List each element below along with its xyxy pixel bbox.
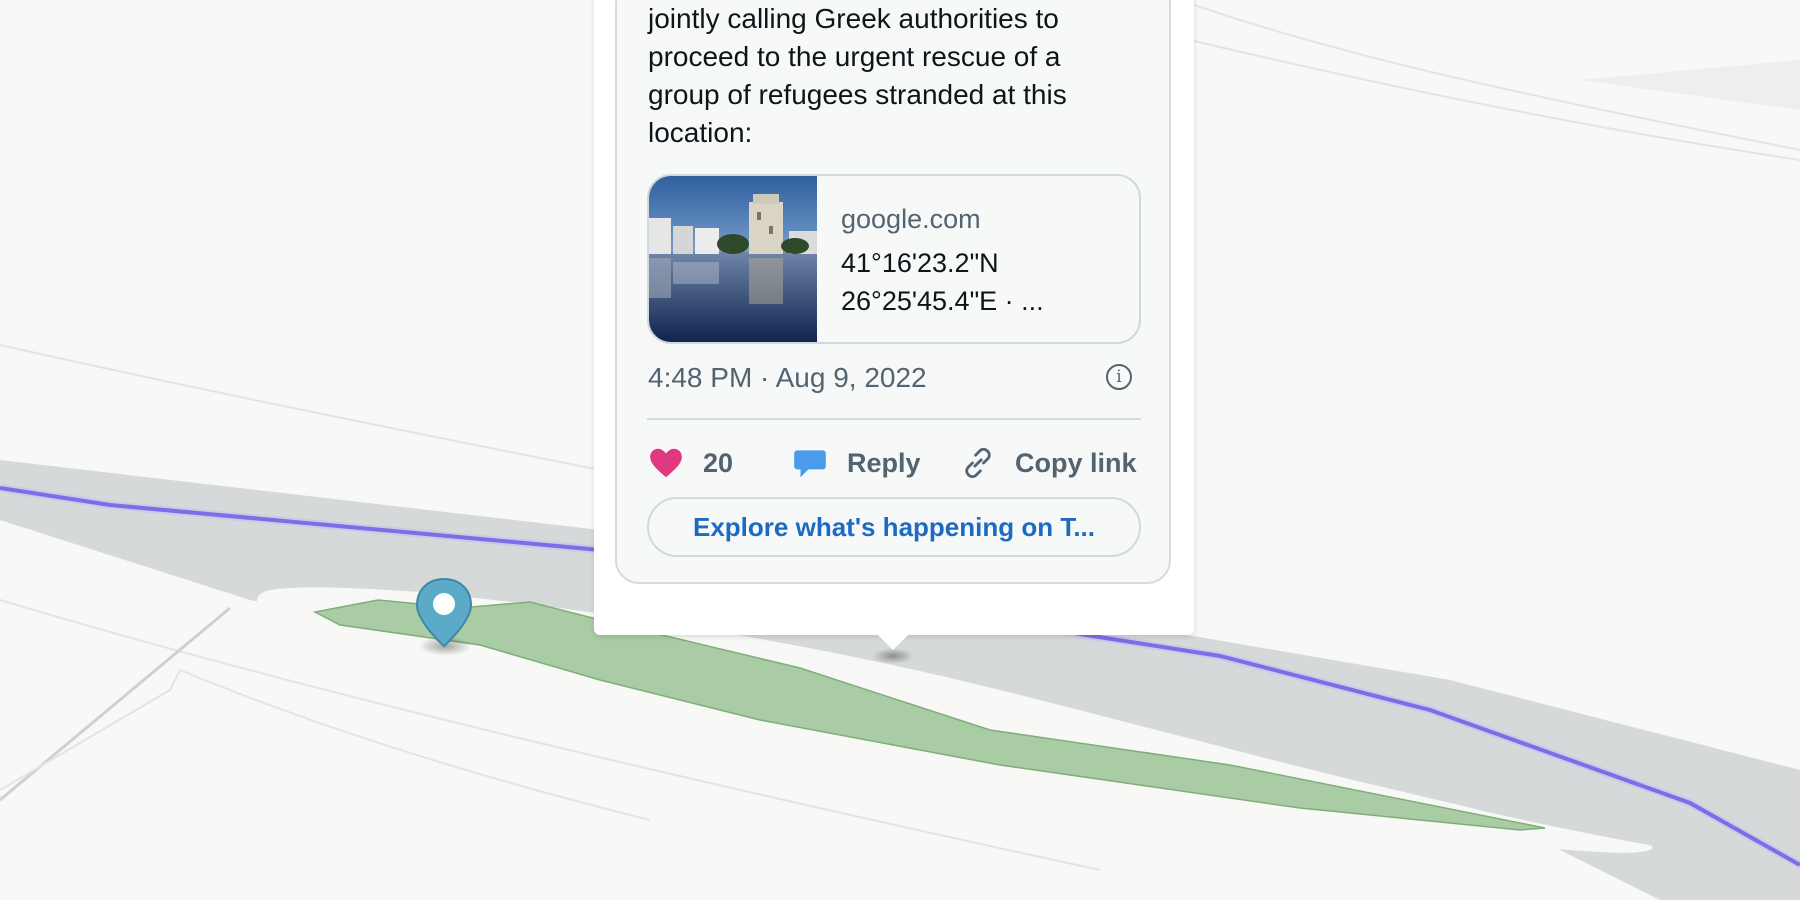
popup-tip-shadow [872,648,914,664]
reply-button[interactable]: Reply [791,442,921,484]
copy-link-button[interactable]: Copy link [959,442,1137,484]
link-preview-card[interactable]: google.com 41°16'23.2"N 26°25'45.4"E · .… [647,174,1141,344]
divider [647,418,1141,420]
link-title: 41°16'23.2"N 26°25'45.4"E · ... [841,248,1044,316]
tweet-timestamp[interactable]: 4:48 PM · Aug 9, 2022 [648,362,927,394]
info-icon[interactable]: i [1106,364,1132,390]
link-domain: google.com [841,204,981,234]
embedded-tweet[interactable]: jointly calling Greek authorities to pro… [615,0,1171,584]
reply-label: Reply [847,447,921,478]
popup-tip [877,634,909,650]
map-pin-icon[interactable] [413,576,475,662]
like-button[interactable]: 20 [647,442,733,484]
like-count: 20 [703,447,734,478]
link-thumbnail-image [649,176,817,342]
copy-link-label: Copy link [1015,447,1137,478]
link-icon [959,444,997,482]
heart-icon [647,444,685,482]
tweet-text: jointly calling Greek authorities to pro… [648,3,1067,148]
speech-bubble-icon [791,444,829,482]
explore-twitter-button[interactable]: Explore what's happening on T... [647,497,1141,557]
